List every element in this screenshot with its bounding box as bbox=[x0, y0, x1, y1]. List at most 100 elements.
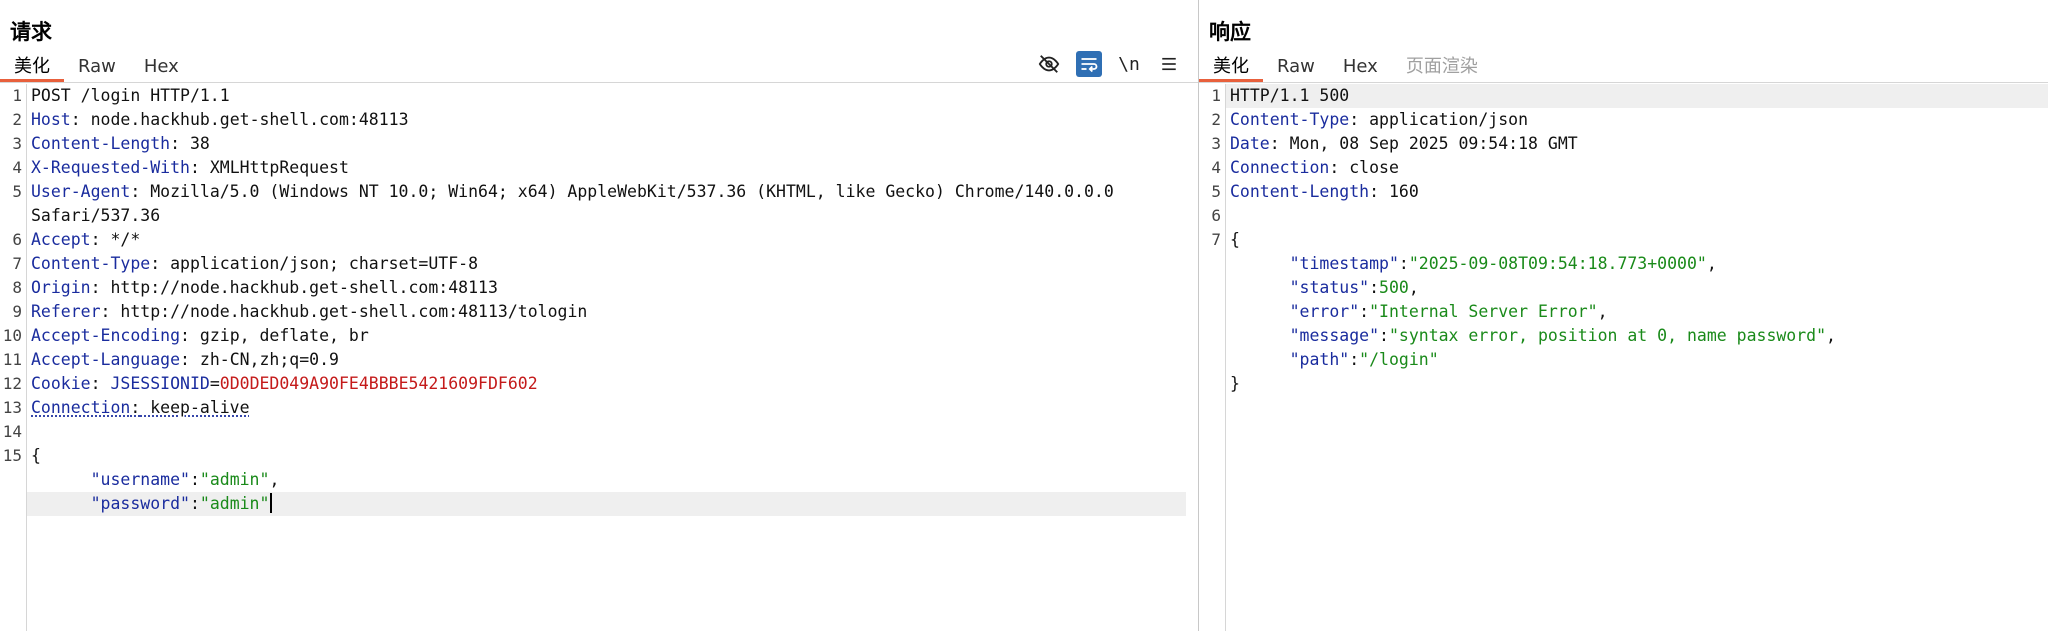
code-token: : bbox=[189, 494, 200, 513]
request-tab-hex[interactable]: Hex bbox=[130, 54, 193, 82]
json-line: "timestamp":"2025-09-08T09:54:18.773+000… bbox=[1199, 252, 2048, 276]
code-line: 15{ bbox=[2, 446, 41, 465]
code-token: : bbox=[189, 470, 200, 489]
code-token: Accept bbox=[31, 230, 91, 249]
newline-toggle-button[interactable]: \n bbox=[1116, 51, 1142, 77]
code-token: "Internal Server Error" bbox=[1369, 302, 1598, 321]
json-line: "error":"Internal Server Error", bbox=[1199, 300, 2048, 324]
code-token: application/json bbox=[1359, 110, 1529, 129]
code-token: : bbox=[130, 182, 141, 201]
response-tab-hex[interactable]: Hex bbox=[1329, 54, 1392, 82]
code-token: , bbox=[1408, 278, 1419, 297]
code-token: 38 bbox=[180, 134, 210, 153]
code-token: : bbox=[90, 278, 101, 297]
code-token: : bbox=[150, 254, 161, 273]
code-token: : bbox=[1329, 158, 1340, 177]
code-line: 3 Content-Length: 38 bbox=[12, 134, 210, 153]
code-token: : bbox=[90, 230, 101, 249]
code-line: 5 Content-Length: 160 bbox=[1211, 182, 1419, 201]
menu-icon[interactable] bbox=[1156, 51, 1182, 77]
code-line: 3 Date: Mon, 08 Sep 2025 09:54:18 GMT bbox=[1211, 134, 1578, 153]
code-token: Date bbox=[1230, 134, 1270, 153]
code-line: 11 Accept-Language: zh-CN,zh;q=0.9 bbox=[2, 350, 339, 369]
code-token: "admin" bbox=[199, 494, 270, 513]
code-line: 5 User-Agent: Mozilla/5.0 (Windows NT 10.… bbox=[12, 182, 1114, 201]
request-tabs: 美化 Raw Hex bbox=[0, 52, 193, 82]
code-token: , bbox=[269, 470, 280, 489]
code-token: : bbox=[1349, 350, 1360, 369]
code-token: Cookie bbox=[31, 374, 91, 393]
word-wrap-icon[interactable] bbox=[1076, 51, 1102, 77]
code-line: 12 Cookie: JSESSIONID=0D0DED049A90FE4BBBE… bbox=[2, 374, 538, 393]
request-editor[interactable]: 1 POST /login HTTP/1.1 2 Host: node.hackhu… bbox=[0, 84, 1198, 631]
code-token: "/login" bbox=[1359, 350, 1439, 369]
json-line: "username":"admin", bbox=[0, 468, 1198, 492]
code-token: : bbox=[180, 350, 190, 369]
code-token: http://node.hackhub.get-shell.com:48113 bbox=[100, 278, 498, 297]
json-line: "path":"/login" bbox=[1199, 348, 2048, 372]
code-token: keep-alive bbox=[140, 398, 250, 417]
code-token: : bbox=[70, 110, 81, 129]
code-token: : bbox=[170, 134, 181, 153]
code-token: , bbox=[1826, 326, 1836, 345]
code-line: 7 Content-Type: application/json; charset… bbox=[12, 254, 479, 273]
code-token: 160 bbox=[1379, 182, 1419, 201]
code-token: "username" bbox=[90, 470, 190, 489]
code-line: 7{ bbox=[1211, 230, 1240, 249]
response-tab-render[interactable]: 页面渲染 bbox=[1392, 54, 1492, 82]
json-line-current: "password":"admin" bbox=[0, 492, 1198, 516]
response-tab-raw[interactable]: Raw bbox=[1263, 54, 1329, 82]
code-line-wrapped: Safari/537.36 bbox=[31, 206, 161, 225]
code-line: 8 Origin: http://node.hackhub.get-shell.c… bbox=[12, 278, 498, 297]
response-editor[interactable]: 1 HTTP/1.1 500 2 Content-Type: application… bbox=[1199, 84, 2048, 631]
code-token: : bbox=[130, 398, 141, 417]
request-toolbar: \n bbox=[1036, 50, 1182, 78]
cookie-name: JSESSIONID bbox=[110, 374, 210, 393]
code-token: : bbox=[90, 374, 101, 393]
eye-off-icon[interactable] bbox=[1036, 51, 1062, 77]
json-line: "status":500, bbox=[1199, 276, 2048, 300]
code-line: 4 X-Requested-With: XMLHttpRequest bbox=[12, 158, 349, 177]
code-token: "error" bbox=[1289, 302, 1360, 321]
code-token: gzip, deflate, br bbox=[189, 326, 369, 345]
tabs-divider bbox=[1199, 82, 2048, 83]
code-token: 500 bbox=[1379, 278, 1409, 297]
code-token: "path" bbox=[1289, 350, 1350, 369]
code-token: = bbox=[209, 374, 220, 393]
code-token: zh-CN,zh;q=0.9 bbox=[189, 350, 339, 369]
code-token: : bbox=[1369, 182, 1380, 201]
code-token: , bbox=[1706, 254, 1717, 273]
json-line: "message":"syntax error, position at 0, … bbox=[1199, 324, 2048, 348]
request-pane: 请求 美化 Raw Hex \n 1 POST /login HTTP/1.1 … bbox=[0, 0, 1199, 631]
code-token: : bbox=[100, 302, 111, 321]
code-token: http://node.hackhub.get-shell.com:48113/… bbox=[110, 302, 588, 321]
code-token: Content-Type bbox=[1230, 110, 1350, 129]
code-token: : bbox=[1369, 278, 1380, 297]
code-token: Content-Length bbox=[1230, 182, 1370, 201]
cookie-value: 0D0DED049A90FE4BBBE5421609FDF602 bbox=[219, 374, 538, 393]
request-tab-pretty[interactable]: 美化 bbox=[0, 54, 64, 82]
code-token: Connection bbox=[1230, 158, 1330, 177]
code-token: Content-Type bbox=[31, 254, 151, 273]
code-token: XMLHttpRequest bbox=[199, 158, 349, 177]
code-token: "syntax error, position at 0, name passw… bbox=[1388, 326, 1827, 345]
code-line: 10 Accept-Encoding: gzip, deflate, br bbox=[2, 326, 369, 345]
code-token: Accept-Language bbox=[31, 350, 181, 369]
code-line-current: 1 HTTP/1.1 500 bbox=[1199, 84, 2048, 108]
code-token: "status" bbox=[1289, 278, 1370, 297]
response-tab-pretty[interactable]: 美化 bbox=[1199, 54, 1263, 82]
code-token: Connection bbox=[31, 398, 131, 417]
code-line: 1 POST /login HTTP/1.1 bbox=[12, 86, 230, 105]
code-token: : bbox=[189, 158, 200, 177]
code-line: 6 bbox=[1211, 206, 1221, 225]
code-token: "message" bbox=[1289, 326, 1380, 345]
code-token: Mon, 08 Sep 2025 09:54:18 GMT bbox=[1279, 134, 1578, 153]
request-tab-raw[interactable]: Raw bbox=[64, 54, 130, 82]
code-token: Content-Length bbox=[31, 134, 171, 153]
json-line: } bbox=[1230, 374, 1240, 393]
code-token: application/json; charset=UTF-8 bbox=[160, 254, 479, 273]
code-token: : bbox=[1349, 110, 1360, 129]
response-pane: 响应 美化 Raw Hex 页面渲染 1 HTTP/1.1 500 2 Conten… bbox=[1199, 0, 2048, 631]
code-token: node.hackhub.get-shell.com:48113 bbox=[80, 110, 409, 129]
code-token: User-Agent bbox=[31, 182, 131, 201]
